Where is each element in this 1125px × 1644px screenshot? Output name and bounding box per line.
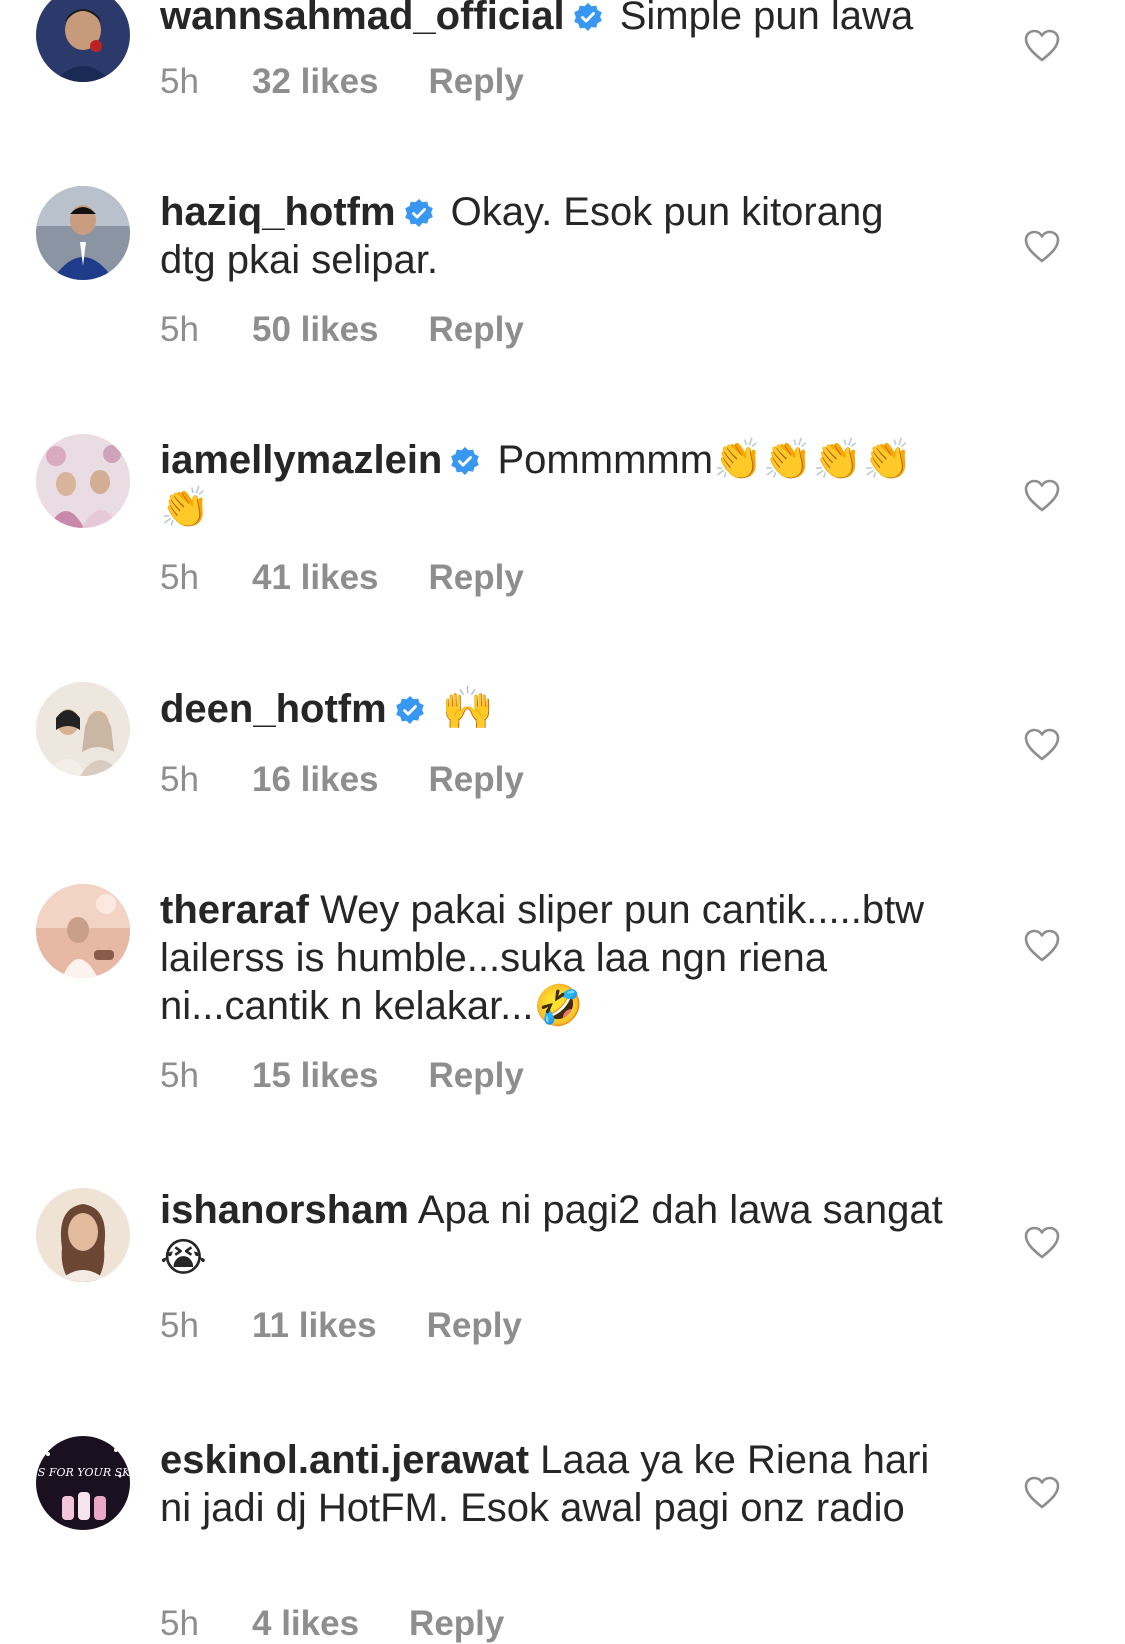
avatar[interactable]: BES FOR YOUR SKIN [36, 1436, 130, 1530]
comment-time: 5h [160, 1604, 199, 1643]
avatar[interactable] [36, 884, 130, 978]
like-heart-icon[interactable] [1022, 725, 1062, 765]
avatar[interactable] [36, 434, 130, 528]
reply-button[interactable]: Reply [429, 558, 524, 598]
avatar[interactable] [36, 0, 130, 82]
comment-likes-count[interactable]: 16 likes [252, 760, 379, 800]
comment-text-block: ishanorsham Apa ni pagi2 dah lawa sangat… [160, 1186, 950, 1282]
comment-meta: 5h 11 likes Reply [160, 1306, 522, 1346]
comment-username[interactable]: theraraf [160, 888, 309, 932]
comment-meta: 5h 50 likes Reply [160, 310, 524, 350]
comment-likes-count[interactable]: 4 likes [252, 1604, 359, 1644]
comment-username[interactable]: haziq_hotfm [160, 190, 396, 234]
reply-button[interactable]: Reply [429, 1056, 524, 1096]
comment-likes-count[interactable]: 15 likes [252, 1056, 379, 1096]
comment-time: 5h [160, 62, 199, 101]
comment-username[interactable]: ishanorsham [160, 1188, 409, 1232]
avatar[interactable] [36, 682, 130, 776]
reply-button[interactable]: Reply [427, 1306, 522, 1346]
comment-time: 5h [160, 1056, 199, 1095]
like-heart-icon[interactable] [1022, 227, 1062, 267]
reply-button[interactable]: Reply [429, 62, 524, 102]
comment-time: 5h [160, 310, 199, 349]
reply-button[interactable]: Reply [429, 760, 524, 800]
comment-username[interactable]: iamellymazlein [160, 438, 442, 482]
comment-username[interactable]: wannsahmad_official [160, 0, 565, 38]
comment-time: 5h [160, 760, 199, 799]
reply-button[interactable]: Reply [429, 310, 524, 350]
comment-body: Simple pun lawa [619, 0, 914, 38]
like-heart-icon[interactable] [1022, 476, 1062, 516]
comment-meta: 5h 41 likes Reply [160, 558, 524, 598]
like-heart-icon[interactable] [1022, 926, 1062, 966]
comment-text-block: deen_hotfm 🙌 [160, 684, 950, 733]
comment-time: 5h [160, 558, 199, 597]
comment-meta: 5h 16 likes Reply [160, 760, 524, 800]
verified-badge-icon [395, 695, 425, 725]
avatar[interactable] [36, 1188, 130, 1282]
comment-time: 5h [160, 1306, 199, 1345]
comment-text-block: theraraf Wey pakai sliper pun cantik....… [160, 886, 950, 1030]
like-heart-icon[interactable] [1022, 26, 1062, 66]
comment-likes-count[interactable]: 11 likes [252, 1306, 377, 1346]
verified-badge-icon [450, 446, 480, 476]
comment-meta: 5h 4 likes Reply [160, 1604, 504, 1644]
like-heart-icon[interactable] [1022, 1473, 1062, 1513]
comment-body: 🙌 [441, 683, 495, 732]
comment-meta: 5h 32 likes Reply [160, 62, 524, 102]
comment-likes-count[interactable]: 32 likes [252, 62, 379, 102]
comment-text-block: wannsahmad_official Simple pun lawa [160, 0, 950, 40]
comment-username[interactable]: deen_hotfm [160, 687, 387, 731]
avatar[interactable] [36, 186, 130, 280]
verified-badge-icon [404, 198, 434, 228]
comment-likes-count[interactable]: 50 likes [252, 310, 379, 350]
comment-text-block: iamellymazlein Pommmmm👏👏👏👏👏 [160, 436, 950, 532]
comment-text-block: haziq_hotfm Okay. Esok pun kitorang dtg … [160, 188, 950, 284]
comment-meta: 5h 15 likes Reply [160, 1056, 524, 1096]
like-heart-icon[interactable] [1022, 1223, 1062, 1263]
comment-text-block: eskinol.anti.jerawat Laaa ya ke Riena ha… [160, 1436, 950, 1532]
comment-username[interactable]: eskinol.anti.jerawat [160, 1438, 529, 1482]
avatar-logo-text: BES FOR YOUR SKIN [36, 1466, 130, 1479]
verified-badge-icon [573, 2, 603, 32]
comment-likes-count[interactable]: 41 likes [252, 558, 379, 598]
reply-button[interactable]: Reply [409, 1604, 504, 1644]
